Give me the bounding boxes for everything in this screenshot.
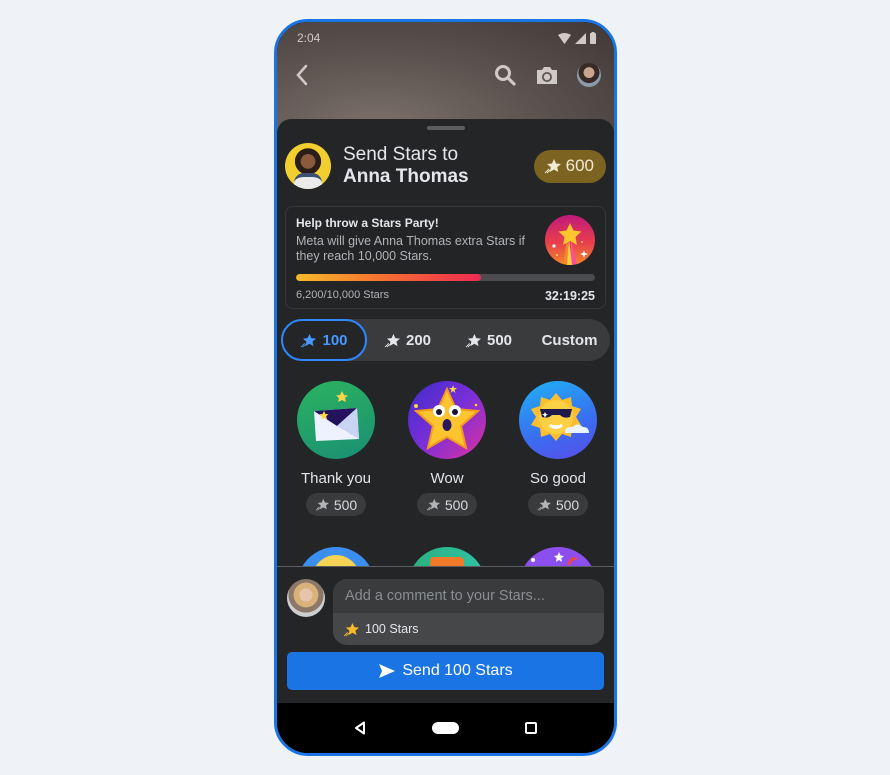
send-stars-label: Send 100 Stars (402, 662, 513, 679)
gift-label: Thank you (300, 470, 372, 487)
search-button[interactable] (490, 60, 520, 90)
home-pill-icon (431, 722, 459, 734)
comment-composer: 100 Stars (287, 579, 604, 645)
send-icon (379, 664, 396, 678)
envelope-icon (297, 381, 375, 459)
star-icon (465, 333, 481, 347)
gift-price-value: 500 (333, 496, 358, 513)
system-navigation-bar (277, 703, 614, 753)
stars-amount-tag-text: 100 Stars (365, 622, 419, 636)
gift-price-value: 500 (444, 496, 469, 513)
comment-input[interactable] (333, 579, 604, 613)
sun-sunglasses-icon (519, 381, 597, 459)
gift-label: So good (530, 470, 586, 487)
divider (277, 566, 614, 567)
star-icon (537, 498, 551, 511)
amount-label: 100 (322, 331, 348, 349)
send-stars-sheet: Send Stars to Anna Thomas 600 Help throw… (277, 119, 614, 703)
stars-balance-badge[interactable]: 600 (533, 149, 606, 183)
recipient-avatar (285, 143, 331, 189)
gift-thank-you[interactable]: Thank you 500 (281, 381, 391, 516)
gift-art-icon (297, 547, 375, 566)
camera-icon (537, 67, 557, 84)
amount-label: Custom (541, 331, 598, 349)
shooting-star-icon (545, 215, 595, 265)
gift-row2-2[interactable] (392, 547, 502, 566)
gift-price: 500 (527, 493, 589, 516)
recipient-name: Anna Thomas (343, 166, 469, 187)
star-icon (343, 622, 359, 636)
avatar (577, 63, 601, 87)
party-progress-bar (296, 274, 595, 281)
gift-wow[interactable]: Wow 500 (392, 381, 502, 516)
gift-row2-3[interactable] (503, 547, 613, 566)
amount-option-500[interactable]: 500 (448, 319, 529, 361)
star-icon (315, 498, 329, 511)
party-timer: 32:19:25 (544, 289, 595, 303)
party-description: Meta will give Anna Thomas extra Stars i… (296, 234, 526, 263)
sheet-header: Send Stars to Anna Thomas 600 (285, 143, 606, 189)
star-face-icon (408, 381, 486, 459)
party-progress-fill (296, 274, 482, 281)
send-stars-button[interactable]: Send 100 Stars (287, 652, 604, 690)
amount-label: 200 (405, 331, 432, 349)
square-recents-icon (525, 722, 538, 734)
amount-option-100[interactable]: 100 (281, 319, 367, 361)
gift-price-value: 500 (555, 496, 580, 513)
chevron-left-icon (296, 64, 308, 86)
stars-amount-tag: 100 Stars (333, 613, 604, 645)
phone-frame: 2:04 Send Stars to Anna Thomas 600 Help … (274, 19, 617, 756)
party-progress-text: 6,200/10,000 Stars (296, 289, 389, 301)
comment-box: 100 Stars (333, 579, 604, 645)
nav-home-button[interactable] (425, 713, 465, 743)
battery-icon (590, 32, 596, 44)
drag-handle[interactable] (426, 126, 465, 130)
star-icon (426, 498, 440, 511)
star-icon (384, 333, 400, 347)
nav-back-button[interactable] (340, 713, 380, 743)
gift-label: Wow (430, 470, 464, 487)
app-bar (287, 60, 604, 90)
wifi-icon (558, 32, 571, 44)
gift-art-icon (408, 547, 486, 566)
gift-art-icon (519, 547, 597, 566)
gift-price: 500 (416, 493, 478, 516)
star-icon (301, 333, 317, 347)
gift-grid: Thank you 500 Wow 500 So good 500 (277, 381, 614, 566)
status-time: 2:04 (297, 31, 321, 45)
triangle-back-icon (354, 721, 365, 735)
amount-option-200[interactable]: 200 (367, 319, 448, 361)
sheet-title: Send Stars to (343, 144, 459, 165)
gift-so-good[interactable]: So good 500 (503, 381, 613, 516)
amount-option-custom[interactable]: Custom (529, 319, 610, 361)
camera-button[interactable] (532, 60, 562, 90)
star-icon (544, 159, 561, 174)
current-user-avatar (287, 579, 325, 617)
stars-party-card: Help throw a Stars Party! Meta will give… (285, 206, 606, 309)
amount-selector: 100 200 500 Custom (281, 319, 610, 361)
balance-value: 600 (565, 156, 594, 175)
gift-price: 500 (305, 493, 367, 516)
status-bar: 2:04 (297, 30, 596, 46)
gift-row2-1[interactable] (281, 547, 391, 566)
nav-recents-button[interactable] (511, 713, 551, 743)
back-button[interactable] (287, 60, 317, 90)
signal-icon (575, 32, 586, 44)
amount-label: 500 (486, 331, 513, 349)
search-icon (495, 65, 516, 86)
profile-button[interactable] (574, 60, 604, 90)
